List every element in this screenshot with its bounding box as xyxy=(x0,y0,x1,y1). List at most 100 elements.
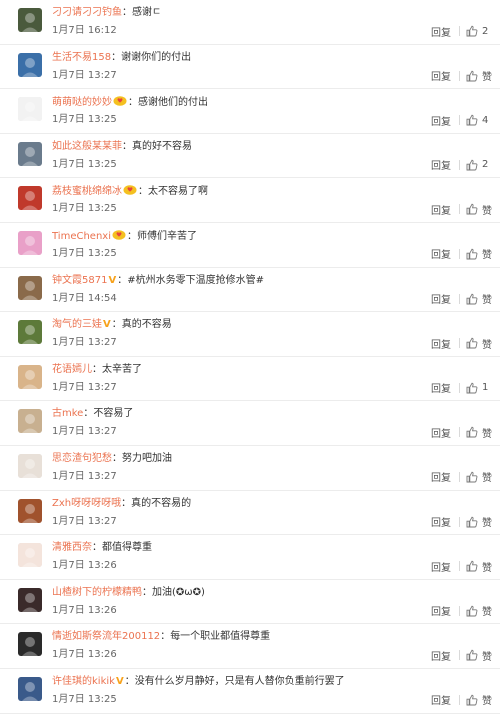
reply-button[interactable]: 回复 xyxy=(431,113,451,128)
reply-button[interactable]: 回复 xyxy=(431,559,451,574)
comment-time: 1月7日 13:27 xyxy=(52,381,117,393)
like-button[interactable]: 赞 xyxy=(482,68,492,83)
thumbs-up-icon[interactable] xyxy=(466,248,478,260)
avatar[interactable] xyxy=(18,8,42,32)
like-button[interactable]: 赞 xyxy=(482,336,492,351)
reply-button[interactable]: 回复 xyxy=(431,246,451,261)
comment-time: 1月7日 16:12 xyxy=(52,25,117,36)
avatar[interactable] xyxy=(18,320,42,345)
like-button[interactable]: 赞 xyxy=(482,246,492,261)
reply-button[interactable]: 回复 xyxy=(431,336,451,351)
comment-time: 1月7日 13:25 xyxy=(52,203,117,215)
username-link[interactable]: TimeChenxi xyxy=(52,231,111,242)
thumbs-up-icon[interactable] xyxy=(466,203,478,215)
thumbs-up-icon[interactable] xyxy=(466,293,478,305)
comment-actions: 回复 1 xyxy=(431,381,492,395)
reply-button[interactable]: 回复 xyxy=(431,648,451,663)
reply-button[interactable]: 回复 xyxy=(431,692,451,707)
avatar[interactable] xyxy=(18,453,42,478)
like-button[interactable]: 赞 xyxy=(482,202,492,217)
thumbs-up-icon[interactable] xyxy=(466,382,478,394)
thumbs-up-icon[interactable] xyxy=(466,560,478,572)
avatar[interactable] xyxy=(18,587,42,612)
username-link[interactable]: 清雅西奈 xyxy=(52,542,92,553)
like-button[interactable]: 赞 xyxy=(482,425,492,440)
like-button[interactable]: 赞 xyxy=(482,603,492,618)
thumbs-up-icon[interactable] xyxy=(466,70,478,82)
avatar[interactable] xyxy=(18,186,42,211)
separator: ： xyxy=(122,7,132,18)
thumbs-up-icon[interactable] xyxy=(466,159,478,171)
separator: ： xyxy=(111,51,122,63)
comment-actions: 回复 赞 xyxy=(431,202,492,217)
username-link[interactable]: 淘气的三娃 xyxy=(52,319,102,330)
comment-row: 清雅西奈：都值得尊重 1月7日 13:26 回复 赞 xyxy=(0,535,500,580)
comment-body: 如此这般某某菲：真的好不容易 xyxy=(52,140,490,153)
reply-button[interactable]: 回复 xyxy=(431,380,451,395)
reply-button[interactable]: 回复 xyxy=(431,157,451,172)
comment-text: 感谢ㄷ xyxy=(132,7,162,18)
avatar[interactable] xyxy=(18,632,42,657)
reply-button[interactable]: 回复 xyxy=(431,514,451,529)
reply-button[interactable]: 回复 xyxy=(431,469,451,484)
thumbs-up-icon[interactable] xyxy=(466,516,478,528)
avatar[interactable] xyxy=(18,97,42,122)
like-button[interactable]: 赞 xyxy=(482,559,492,574)
reply-button[interactable]: 回复 xyxy=(431,425,451,440)
like-button[interactable]: 赞 xyxy=(482,291,492,306)
comment-body: 清雅西奈：都值得尊重 xyxy=(52,541,490,554)
username-link[interactable]: 花语嫣儿 xyxy=(52,364,92,375)
comment-actions: 回复 赞 xyxy=(431,292,492,306)
divider xyxy=(459,159,460,170)
username-link[interactable]: 如此这般某某菲 xyxy=(52,141,122,152)
avatar[interactable] xyxy=(18,543,42,568)
avatar[interactable] xyxy=(18,52,42,77)
like-count[interactable]: 1 xyxy=(482,382,492,393)
thumbs-up-icon[interactable] xyxy=(466,605,478,617)
comment-body: 山楂树下的柠檬精鸭：加油(✪ω✪) xyxy=(52,586,490,599)
like-button[interactable]: 赞 xyxy=(482,514,492,529)
thumbs-up-icon[interactable] xyxy=(466,25,478,37)
comment-actions: 回复 2 xyxy=(431,158,492,172)
avatar[interactable] xyxy=(18,275,42,300)
username-link[interactable]: 生活不易158 xyxy=(52,52,111,63)
username-link[interactable]: 钟文霞5871 xyxy=(52,275,107,286)
thumbs-up-icon[interactable] xyxy=(466,694,478,706)
like-button[interactable]: 赞 xyxy=(482,692,492,707)
username-link[interactable]: 思恋渣句犯愁 xyxy=(52,453,112,464)
divider xyxy=(459,338,460,349)
username-link[interactable]: Zxh呀呀呀呀哦 xyxy=(52,498,121,509)
username-link[interactable]: 荔枝蜜桃绵绵冰 xyxy=(52,186,122,197)
reply-button[interactable]: 回复 xyxy=(431,68,451,83)
avatar[interactable] xyxy=(18,498,42,523)
reply-button[interactable]: 回复 xyxy=(431,603,451,618)
username-link[interactable]: 古mke xyxy=(52,408,83,419)
like-count[interactable]: 4 xyxy=(482,115,492,126)
reply-button[interactable]: 回复 xyxy=(431,24,451,39)
avatar[interactable] xyxy=(18,141,42,166)
username-link[interactable]: 情逝如斯祭流年200112 xyxy=(52,631,160,642)
like-count[interactable]: 2 xyxy=(482,159,492,170)
divider xyxy=(459,694,460,705)
separator: ： xyxy=(160,631,171,643)
username-link[interactable]: 山楂树下的柠檬精鸭 xyxy=(52,587,142,598)
comment-time: 1月7日 13:26 xyxy=(52,560,117,572)
avatar[interactable] xyxy=(18,364,42,389)
avatar[interactable] xyxy=(18,230,42,255)
avatar[interactable] xyxy=(18,409,42,434)
comment-time: 1月7日 13:27 xyxy=(52,337,117,349)
thumbs-up-icon[interactable] xyxy=(466,114,478,126)
reply-button[interactable]: 回复 xyxy=(431,291,451,306)
thumbs-up-icon[interactable] xyxy=(466,337,478,349)
username-link[interactable]: 萌萌哒的妙妙 xyxy=(52,97,112,108)
avatar[interactable] xyxy=(18,676,42,701)
thumbs-up-icon[interactable] xyxy=(466,471,478,483)
like-count[interactable]: 2 xyxy=(482,26,492,37)
reply-button[interactable]: 回复 xyxy=(431,202,451,217)
thumbs-up-icon[interactable] xyxy=(466,426,478,438)
thumbs-up-icon[interactable] xyxy=(466,649,478,661)
username-link[interactable]: 许佳琪的kikik xyxy=(52,676,115,687)
like-button[interactable]: 赞 xyxy=(482,469,492,484)
like-button[interactable]: 赞 xyxy=(482,648,492,663)
username-link[interactable]: 刁刁请刁刁钓鱼 xyxy=(52,7,122,18)
